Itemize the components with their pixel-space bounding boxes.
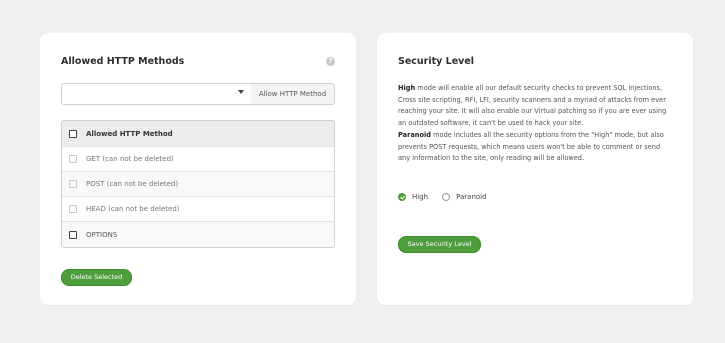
- method-select-row: Allow HTTP Method: [61, 83, 335, 105]
- high-radio-label[interactable]: High: [412, 193, 428, 201]
- paranoid-radio-label[interactable]: Paranoid: [456, 193, 486, 201]
- security-description: High mode will enable all our default se…: [398, 83, 674, 165]
- row-checkbox: [69, 180, 77, 188]
- method-label: POST (can not be deleted): [86, 180, 179, 188]
- methods-table-header: Allowed HTTP Method: [62, 121, 334, 147]
- method-label: HEAD (can not be deleted): [86, 205, 180, 213]
- method-select[interactable]: [61, 83, 253, 105]
- method-label: GET (can not be deleted): [86, 155, 174, 163]
- table-row: POST (can not be deleted): [62, 172, 334, 197]
- table-row: HEAD (can not be deleted): [62, 197, 334, 222]
- high-term: High: [398, 84, 416, 92]
- high-description: High mode will enable all our default se…: [398, 83, 674, 130]
- paranoid-text: mode includes all the security options f…: [398, 130, 664, 163]
- chevron-down-icon: [238, 90, 244, 94]
- paranoid-radio[interactable]: [442, 193, 451, 201]
- methods-table: Allowed HTTP Method GET (can not be dele…: [61, 120, 335, 248]
- security-level-options: High Paranoid: [398, 193, 501, 201]
- security-card-title: Security Level: [398, 56, 475, 67]
- allow-http-method-button[interactable]: Allow HTTP Method: [251, 83, 335, 105]
- help-icon[interactable]: ?: [326, 57, 335, 66]
- methods-table-header-label: Allowed HTTP Method: [86, 129, 173, 138]
- high-text: mode will enable all our default securit…: [398, 84, 667, 128]
- row-checkbox: [69, 155, 77, 163]
- table-row: OPTIONS: [62, 222, 334, 247]
- method-label: OPTIONS: [86, 230, 118, 239]
- delete-selected-button[interactable]: Delete Selected: [61, 269, 132, 286]
- row-checkbox[interactable]: [69, 230, 77, 239]
- allowed-methods-card: Allowed HTTP Methods ? Allow HTTP Method…: [40, 33, 356, 305]
- save-security-level-button[interactable]: Save Security Level: [398, 236, 481, 253]
- table-row: GET (can not be deleted): [62, 147, 334, 172]
- security-level-card: Security Level High mode will enable all…: [377, 33, 693, 305]
- paranoid-term: Paranoid: [398, 130, 432, 139]
- high-radio[interactable]: [398, 193, 406, 201]
- paranoid-description: Paranoid mode includes all the security …: [398, 130, 674, 165]
- methods-card-title: Allowed HTTP Methods: [61, 56, 185, 67]
- row-checkbox: [69, 205, 77, 213]
- select-all-checkbox[interactable]: [69, 129, 77, 138]
